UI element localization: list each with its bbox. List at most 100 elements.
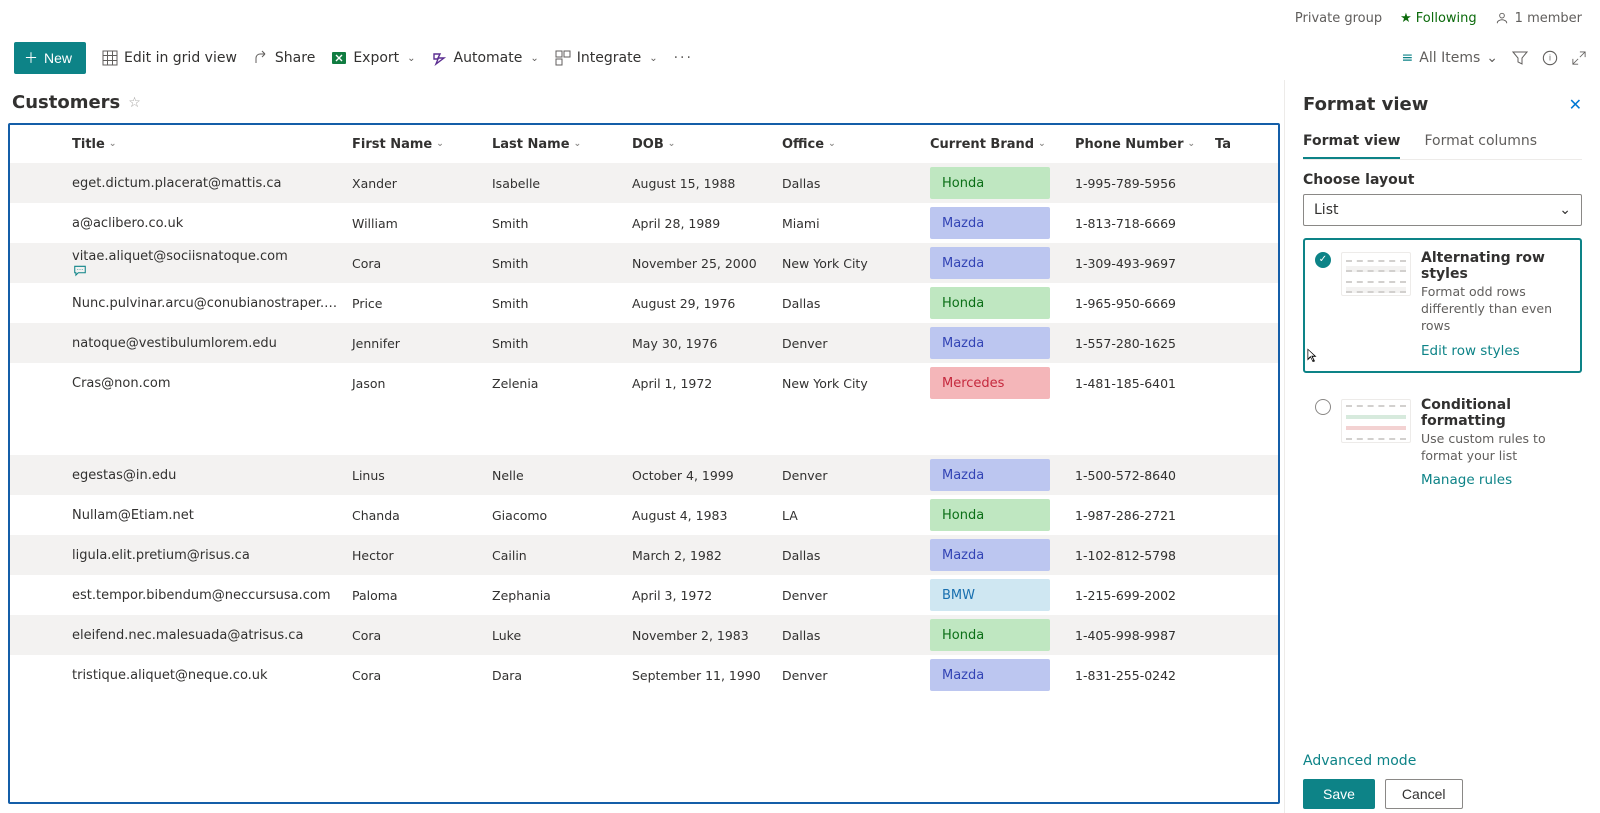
cell-phone: 1-500-572-8640 [1071, 468, 1211, 483]
table-row[interactable]: tristique.aliquet@neque.co.uk Cora Dara … [10, 655, 1278, 695]
chevron-down-icon: ⌄ [1486, 50, 1498, 66]
person-icon [1495, 11, 1509, 25]
col-title[interactable]: Title⌄ [68, 137, 348, 152]
close-icon[interactable]: ✕ [1569, 95, 1582, 114]
cell-brand: Mazda [926, 539, 1071, 571]
cell-dob: April 1, 1972 [628, 376, 778, 391]
site-context-bar: Private group ★ Following 1 member [0, 0, 1600, 36]
edit-grid-button[interactable]: Edit in grid view [102, 46, 237, 70]
cell-brand: Mazda [926, 247, 1071, 279]
overflow-button[interactable]: ··· [674, 46, 693, 70]
tab-format-columns[interactable]: Format columns [1424, 127, 1537, 159]
table-row[interactable]: eleifend.nec.malesuada@atrisus.ca Cora L… [10, 615, 1278, 655]
cancel-button[interactable]: Cancel [1385, 779, 1463, 809]
chevron-down-icon: ⌄ [530, 53, 538, 64]
brand-pill: Mercedes [930, 367, 1050, 399]
choose-layout-label: Choose layout [1303, 172, 1582, 188]
table-row[interactable]: egestas@in.edu Linus Nelle October 4, 19… [10, 455, 1278, 495]
list-title: Customers ☆ [8, 88, 1284, 123]
layout-value: List [1314, 202, 1338, 218]
chevron-down-icon: ⌄ [1188, 139, 1196, 149]
comment-icon[interactable] [72, 264, 344, 278]
brand-pill: Honda [930, 619, 1050, 651]
cell-title: tristique.aliquet@neque.co.uk [68, 668, 348, 683]
cell-first: Jason [348, 376, 488, 391]
table-row[interactable]: vitae.aliquet@sociisnatoque.com Cora Smi… [10, 243, 1278, 283]
cell-first: Xander [348, 176, 488, 191]
cell-brand: BMW [926, 579, 1071, 611]
cell-title: Cras@non.com [68, 376, 348, 391]
cell-title: ligula.elit.pretium@risus.ca [68, 548, 348, 563]
conditional-formatting-thumb [1341, 399, 1411, 443]
brand-pill: Honda [930, 167, 1050, 199]
cell-last: Dara [488, 668, 628, 683]
cell-brand: Honda [926, 499, 1071, 531]
table-header: Title⌄ First Name⌄ Last Name⌄ DOB⌄ Offic… [10, 125, 1278, 163]
chevron-down-icon: ⌄ [574, 139, 582, 149]
brand-pill: Mazda [930, 539, 1050, 571]
cursor-icon [1303, 347, 1321, 365]
view-switcher[interactable]: ≡ All Items ⌄ [1402, 50, 1498, 66]
brand-pill: Mazda [930, 459, 1050, 491]
table-row[interactable]: Cras@non.com Jason Zelenia April 1, 1972… [10, 363, 1278, 403]
table-row[interactable]: ligula.elit.pretium@risus.ca Hector Cail… [10, 535, 1278, 575]
cell-brand: Mazda [926, 659, 1071, 691]
table-row[interactable]: natoque@vestibulumlorem.edu Jennifer Smi… [10, 323, 1278, 363]
col-truncated[interactable]: Ta [1211, 137, 1243, 152]
brand-pill: Honda [930, 499, 1050, 531]
expand-icon[interactable] [1572, 51, 1586, 65]
automate-button[interactable]: Automate ⌄ [432, 46, 539, 70]
new-button[interactable]: ＋ New [14, 42, 86, 74]
col-office[interactable]: Office⌄ [778, 137, 926, 152]
table-row[interactable]: eget.dictum.placerat@mattis.ca Xander Is… [10, 163, 1278, 203]
chevron-down-icon: ⌄ [436, 139, 444, 149]
option-conditional-formatting[interactable]: Conditional formatting Use custom rules … [1303, 385, 1582, 503]
cell-brand: Mazda [926, 207, 1071, 239]
star-icon: ★ [1400, 11, 1412, 26]
members-button[interactable]: 1 member [1495, 11, 1582, 26]
cell-dob: August 29, 1976 [628, 296, 778, 311]
col-first[interactable]: First Name⌄ [348, 137, 488, 152]
cell-first: Linus [348, 468, 488, 483]
cell-office: Miami [778, 216, 926, 231]
panel-title: Format view [1303, 94, 1428, 115]
cell-first: Cora [348, 668, 488, 683]
save-button[interactable]: Save [1303, 779, 1375, 809]
scrollbar-thumb[interactable] [1278, 123, 1280, 201]
cell-first: Paloma [348, 588, 488, 603]
manage-rules-link[interactable]: Manage rules [1421, 472, 1512, 488]
cell-last: Zephania [488, 588, 628, 603]
integrate-icon [555, 50, 571, 66]
integrate-label: Integrate [577, 50, 641, 66]
cell-title: Nullam@Etiam.net [68, 508, 348, 523]
share-button[interactable]: Share [253, 46, 315, 70]
cell-office: Denver [778, 668, 926, 683]
info-icon[interactable]: i [1542, 50, 1558, 66]
option-alternating-rows[interactable]: Alternating row styles Format odd rows d… [1303, 238, 1582, 373]
table-row[interactable]: est.tempor.bibendum@neccursusa.com Palom… [10, 575, 1278, 615]
filter-icon[interactable] [1512, 50, 1528, 66]
col-dob[interactable]: DOB⌄ [628, 137, 778, 152]
col-phone[interactable]: Phone Number⌄ [1071, 137, 1211, 152]
advanced-mode-link[interactable]: Advanced mode [1303, 753, 1582, 769]
edit-row-styles-link[interactable]: Edit row styles [1421, 343, 1520, 359]
col-last[interactable]: Last Name⌄ [488, 137, 628, 152]
table-row[interactable]: Nunc.pulvinar.arcu@conubianostraper.edu … [10, 283, 1278, 323]
following-label: Following [1416, 11, 1477, 26]
cell-office: New York City [778, 376, 926, 391]
cell-first: William [348, 216, 488, 231]
tab-format-view[interactable]: Format view [1303, 127, 1400, 159]
members-label: 1 member [1515, 11, 1582, 26]
export-button[interactable]: Export ⌄ [331, 46, 415, 70]
radio-selected-icon [1315, 252, 1331, 268]
cell-title: natoque@vestibulumlorem.edu [68, 336, 348, 351]
following-button[interactable]: ★ Following [1400, 11, 1477, 26]
favorite-icon[interactable]: ☆ [128, 95, 141, 111]
table-row[interactable]: a@aclibero.co.uk William Smith April 28,… [10, 203, 1278, 243]
cell-last: Giacomo [488, 508, 628, 523]
integrate-button[interactable]: Integrate ⌄ [555, 46, 658, 70]
cell-last: Cailin [488, 548, 628, 563]
layout-select[interactable]: List ⌄ [1303, 194, 1582, 226]
col-brand[interactable]: Current Brand⌄ [926, 137, 1071, 152]
table-row[interactable]: Nullam@Etiam.net Chanda Giacomo August 4… [10, 495, 1278, 535]
